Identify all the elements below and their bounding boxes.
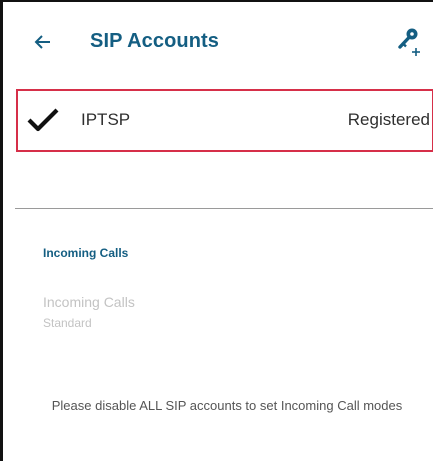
screen-frame: SIP Accounts IPTSP Registered Incoming C… [0, 0, 433, 461]
checkmark-icon [27, 108, 59, 132]
incoming-calls-preference-title: Incoming Calls [43, 294, 135, 310]
arrow-left-icon[interactable] [33, 32, 53, 52]
app-bar: SIP Accounts [3, 4, 433, 84]
account-status: Registered [347, 110, 430, 129]
section-header-incoming-calls: Incoming Calls [43, 246, 129, 260]
key-plus-icon[interactable] [396, 26, 424, 56]
disable-accounts-note: Please disable ALL SIP accounts to set I… [51, 398, 403, 413]
divider [15, 208, 433, 209]
incoming-calls-preference-summary: Standard [43, 316, 92, 330]
page-title: SIP Accounts [90, 30, 220, 52]
sip-account-row[interactable]: IPTSP Registered [16, 89, 433, 152]
account-name: IPTSP [81, 110, 131, 129]
